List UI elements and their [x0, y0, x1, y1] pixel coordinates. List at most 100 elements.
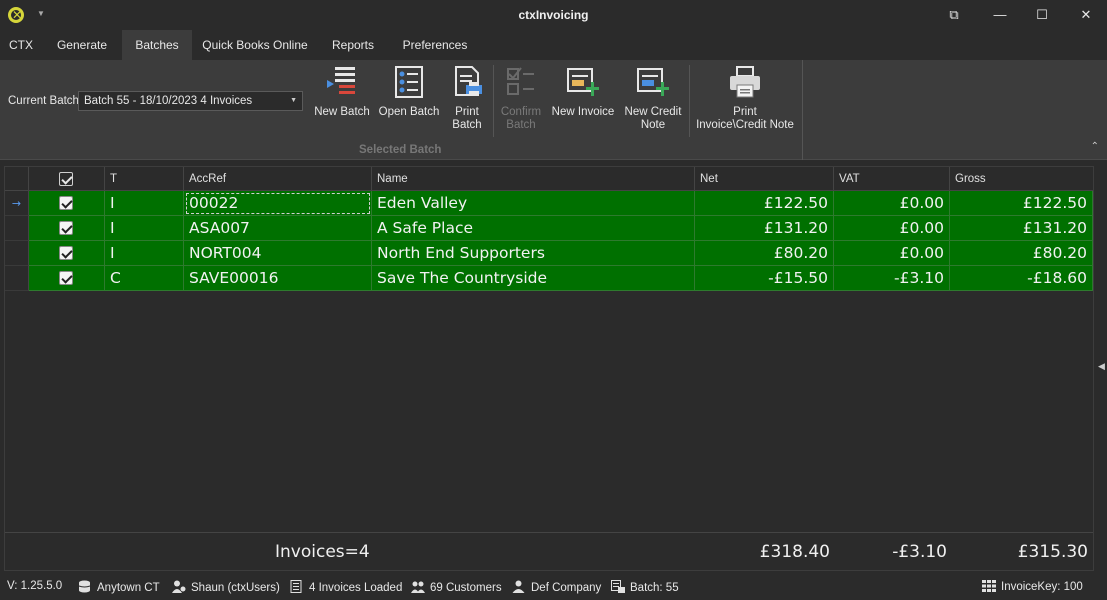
new-credit-note-icon [636, 65, 670, 99]
status-bar: V: 1.25.5.0 Anytown CT Shaun (ctxUsers) … [0, 574, 1107, 600]
batch-icon [611, 580, 625, 593]
collapse-ribbon-icon[interactable]: ⌃ [1091, 141, 1099, 152]
row-checkbox[interactable] [59, 246, 73, 260]
column-header-net[interactable]: Net [695, 167, 834, 191]
cell-net[interactable]: -£15.50 [695, 266, 834, 291]
print-batch-icon [450, 65, 484, 99]
confirm-batch-label-1: Confirm [500, 106, 542, 118]
cell-gross[interactable]: £80.20 [950, 241, 1093, 266]
column-header-vat[interactable]: VAT [834, 167, 950, 191]
column-header-accref[interactable]: AccRef [184, 167, 372, 191]
company-name: Def Company [531, 582, 602, 594]
loaded-status: 4 Invoices Loaded [290, 580, 402, 594]
ribbon-tabs: CTX Generate Batches Quick Books Online … [0, 30, 1107, 60]
tab-ctx[interactable]: CTX [0, 30, 42, 60]
invoice-count-summary: Invoices=4 [275, 542, 370, 562]
grid-icon [982, 580, 996, 593]
cell-name[interactable]: A Safe Place [372, 216, 695, 241]
tab-preferences[interactable]: Preferences [394, 30, 476, 60]
cell-accref[interactable]: SAVE00016 [184, 266, 372, 291]
open-batch-button[interactable]: Open Batch [378, 65, 440, 119]
cell-vat[interactable]: -£3.10 [834, 266, 950, 291]
tab-reports[interactable]: Reports [322, 30, 384, 60]
row-indicator-header [5, 167, 29, 191]
print-invoice-credit-note-button[interactable]: Print Invoice\Credit Note [694, 65, 796, 132]
cell-gross[interactable]: £122.50 [950, 191, 1093, 216]
invoice-key-status: InvoiceKey: 100 [982, 580, 1083, 593]
print-batch-button[interactable]: Print Batch [446, 65, 488, 132]
cell-name[interactable]: North End Supporters [372, 241, 695, 266]
cell-net[interactable]: £80.20 [695, 241, 834, 266]
new-invoice-button[interactable]: New Invoice [550, 65, 616, 119]
select-all-header [29, 167, 105, 191]
cell-type[interactable]: I [105, 216, 184, 241]
cell-name[interactable]: Save The Countryside [372, 266, 695, 291]
document-list-icon [290, 580, 304, 593]
cell-name[interactable]: Eden Valley [372, 191, 695, 216]
invoice-key: InvoiceKey: 100 [1001, 581, 1083, 593]
column-header-type[interactable]: T [105, 167, 184, 191]
customers-status: 69 Customers [411, 580, 502, 594]
database-icon [78, 580, 92, 593]
close-button[interactable]: ✕ [1076, 5, 1096, 25]
current-batch-label: Current Batch [8, 95, 79, 107]
confirm-batch-label-2: Batch [506, 119, 536, 131]
ribbon-separator [493, 65, 494, 137]
current-batch-value: Batch 55 - 18/10/2023 4 Invoices [84, 95, 253, 107]
row-checkbox-cell [29, 216, 105, 241]
cell-type[interactable]: I [105, 241, 184, 266]
chevron-left-icon: ◀ [1098, 361, 1105, 371]
cell-vat[interactable]: £0.00 [834, 241, 950, 266]
customers-count: 69 Customers [430, 582, 502, 594]
maximize-button[interactable]: ☐ [1032, 5, 1052, 25]
new-batch-button[interactable]: New Batch [312, 65, 372, 119]
side-panel-toggle[interactable]: ◀ [1097, 166, 1107, 571]
cell-accref[interactable]: NORT004 [184, 241, 372, 266]
tab-quick-books-online[interactable]: Quick Books Online [198, 30, 312, 60]
select-all-checkbox[interactable] [59, 172, 73, 186]
current-batch-select[interactable]: Batch 55 - 18/10/2023 4 Invoices ▼ [78, 91, 303, 111]
tab-generate[interactable]: Generate [48, 30, 116, 60]
open-batch-label: Open Batch [378, 106, 440, 118]
row-checkbox-cell [29, 241, 105, 266]
gross-total: £315.30 [1017, 542, 1088, 562]
table-row[interactable]: I ASA007 A Safe Place £131.20 £0.00 £131… [5, 216, 1093, 241]
row-checkbox[interactable] [59, 196, 73, 210]
table-row[interactable]: I NORT004 North End Supporters £80.20 £0… [5, 241, 1093, 266]
batch-status: Batch: 55 [611, 580, 679, 594]
cell-accref[interactable]: 00022 [184, 191, 372, 216]
cell-vat[interactable]: £0.00 [834, 191, 950, 216]
database-name: Anytown CT [97, 582, 160, 594]
cell-gross[interactable]: £131.20 [950, 216, 1093, 241]
user-group-icon [172, 580, 186, 593]
new-batch-label: New Batch [314, 106, 370, 118]
cell-net[interactable]: £131.20 [695, 216, 834, 241]
ribbon-separator [689, 65, 690, 137]
net-total: £318.40 [759, 542, 830, 562]
user-status: Shaun (ctxUsers) [172, 580, 280, 594]
cell-vat[interactable]: £0.00 [834, 216, 950, 241]
tab-batches[interactable]: Batches [122, 30, 192, 60]
printer-icon [728, 65, 762, 99]
print-batch-label-2: Batch [452, 119, 482, 131]
confirm-batch-button[interactable]: Confirm Batch [498, 65, 544, 132]
new-credit-note-button[interactable]: New Credit Note [622, 65, 684, 132]
grid-summary-footer: Invoices=4 £318.40 -£3.10 £315.30 [5, 532, 1093, 570]
table-row[interactable]: C SAVE00016 Save The Countryside -£15.50… [5, 266, 1093, 291]
column-header-gross[interactable]: Gross [950, 167, 1093, 191]
cell-type[interactable]: C [105, 266, 184, 291]
new-batch-icon [325, 65, 359, 99]
grid-header: T AccRef Name Net VAT Gross [5, 167, 1093, 191]
cell-type[interactable]: I [105, 191, 184, 216]
cell-accref[interactable]: ASA007 [184, 216, 372, 241]
row-checkbox[interactable] [59, 221, 73, 235]
cell-gross[interactable]: -£18.60 [950, 266, 1093, 291]
minimize-button[interactable]: — [990, 5, 1010, 25]
restore-icon[interactable]: ⧉ [944, 5, 964, 25]
column-header-name[interactable]: Name [372, 167, 695, 191]
title-bar: ✕ ▼ ctxInvoicing ⧉ — ☐ ✕ [0, 0, 1107, 30]
cell-net[interactable]: £122.50 [695, 191, 834, 216]
row-checkbox[interactable] [59, 271, 73, 285]
table-row[interactable]: → I 00022 Eden Valley £122.50 £0.00 £122… [5, 191, 1093, 216]
row-checkbox-cell [29, 191, 105, 216]
